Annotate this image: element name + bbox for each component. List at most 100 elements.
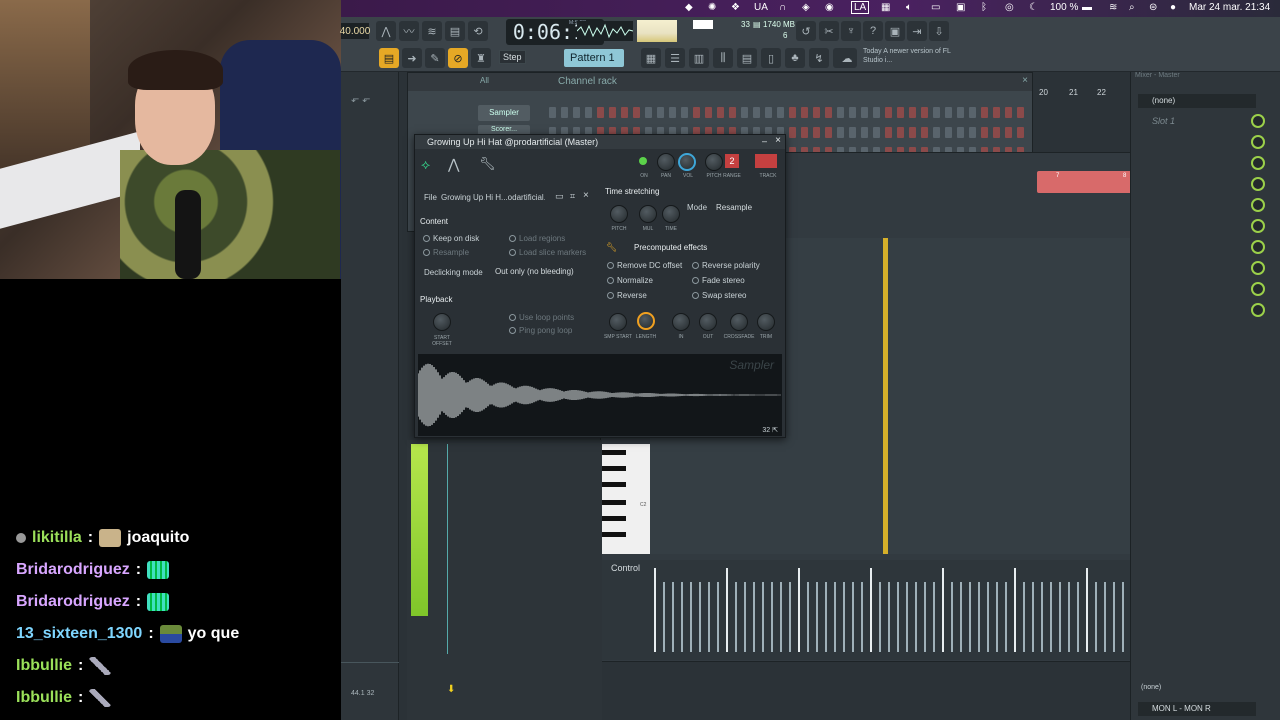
- reverse-polarity-option[interactable]: Reverse polarity: [692, 261, 760, 270]
- fx-slot-knob[interactable]: [1251, 303, 1265, 317]
- envelope-tab-icon[interactable]: ⋀: [448, 156, 459, 173]
- save-icon[interactable]: ▣: [885, 21, 905, 41]
- pattern-select[interactable]: Pattern 1: [564, 49, 624, 67]
- fx-slot-knob[interactable]: [1251, 114, 1265, 128]
- velocity-bar[interactable]: [816, 582, 818, 652]
- sample-tab-icon[interactable]: ⟡: [421, 156, 430, 173]
- step-button[interactable]: [873, 127, 880, 138]
- step-button[interactable]: [753, 107, 760, 118]
- velocity-bar[interactable]: [735, 582, 737, 652]
- velocity-bar[interactable]: [969, 582, 971, 652]
- step-button[interactable]: [609, 107, 616, 118]
- step-button[interactable]: [729, 107, 736, 118]
- velocity-bar[interactable]: [978, 582, 980, 652]
- step-button[interactable]: [741, 107, 748, 118]
- monitor-icon[interactable]: ▣: [956, 2, 965, 13]
- step-button[interactable]: [921, 107, 928, 118]
- lang-indicator[interactable]: UA: [754, 2, 768, 13]
- velocity-bar[interactable]: [852, 582, 854, 652]
- close-icon[interactable]: ×: [1022, 75, 1028, 86]
- velocity-bar[interactable]: [933, 582, 935, 652]
- velocity-bar[interactable]: [951, 582, 953, 652]
- step-button[interactable]: [705, 107, 712, 118]
- render-icon[interactable]: ⇥: [907, 21, 927, 41]
- velocity-bar[interactable]: [762, 582, 764, 652]
- input-select[interactable]: (none): [1138, 94, 1256, 108]
- settings-tab-icon[interactable]: 🔧︎: [479, 156, 496, 172]
- step-button[interactable]: [717, 107, 724, 118]
- velocity-bar[interactable]: [825, 582, 827, 652]
- step-button[interactable]: [897, 107, 904, 118]
- step-button[interactable]: [849, 127, 856, 138]
- step-button[interactable]: [885, 107, 892, 118]
- link-icon[interactable]: ⊘: [448, 48, 468, 68]
- velocity-bar[interactable]: [888, 582, 890, 652]
- stamp-icon[interactable]: ♜: [471, 48, 491, 68]
- step-button[interactable]: [861, 127, 868, 138]
- step-button[interactable]: [813, 127, 820, 138]
- dropbox-icon[interactable]: ◆: [685, 2, 693, 13]
- step-button[interactable]: [837, 107, 844, 118]
- step-button[interactable]: [933, 127, 940, 138]
- velocity-bar[interactable]: [906, 582, 908, 652]
- plugin-icon[interactable]: ⌗: [570, 191, 575, 202]
- velocity-bar[interactable]: [663, 582, 665, 652]
- vol-knob[interactable]: [678, 153, 696, 171]
- step-button[interactable]: [825, 107, 832, 118]
- step-button[interactable]: [849, 107, 856, 118]
- step-button[interactable]: [657, 107, 664, 118]
- search-icon[interactable]: ⌕: [1129, 2, 1135, 13]
- velocity-bar[interactable]: [744, 582, 746, 652]
- remove-dc-option[interactable]: Remove DC offset: [607, 261, 682, 270]
- pencil-icon[interactable]: ✎: [425, 48, 445, 68]
- cut-icon[interactable]: ✂: [819, 21, 839, 41]
- step-button[interactable]: [777, 107, 784, 118]
- fade-stereo-option[interactable]: Fade stereo: [692, 276, 745, 285]
- velocity-bar[interactable]: [726, 568, 728, 652]
- step-button[interactable]: [981, 127, 988, 138]
- step-button[interactable]: [861, 107, 868, 118]
- mode-select[interactable]: Resample: [712, 201, 776, 214]
- keep-on-disk-option[interactable]: Keep on disk: [423, 234, 479, 243]
- step-button[interactable]: [549, 107, 556, 118]
- arrow-down-icon[interactable]: ⬇: [447, 684, 455, 695]
- step-button[interactable]: [993, 127, 1000, 138]
- step-button[interactable]: [789, 107, 796, 118]
- velocity-bar[interactable]: [1032, 582, 1034, 652]
- ts-mul-knob[interactable]: [639, 205, 657, 223]
- playhead[interactable]: [883, 238, 888, 554]
- step-button[interactable]: [909, 107, 916, 118]
- declicking-select[interactable]: Out only (no bleeding): [491, 265, 587, 278]
- piano-roll-icon[interactable]: ▥: [689, 48, 709, 68]
- close-icon[interactable]: ×: [583, 190, 589, 201]
- velocity-bar[interactable]: [870, 568, 872, 652]
- waveform-display[interactable]: Sampler 32 ⇱: [417, 354, 782, 436]
- metronome-icon[interactable]: ⋀: [376, 21, 396, 41]
- step-button[interactable]: [1005, 127, 1012, 138]
- step-button[interactable]: [561, 107, 568, 118]
- step-button[interactable]: [981, 107, 988, 118]
- volume-icon[interactable]: 🔈︎: [906, 2, 912, 13]
- velocity-bar[interactable]: [1050, 582, 1052, 652]
- output-none[interactable]: (none): [1141, 684, 1161, 691]
- fx-slot[interactable]: Slot 1: [1138, 116, 1175, 126]
- velocity-bar[interactable]: [690, 582, 692, 652]
- step-button[interactable]: [669, 107, 676, 118]
- fx-slot-knob[interactable]: [1251, 282, 1265, 296]
- velocity-bar[interactable]: [924, 582, 926, 652]
- display-icon[interactable]: ▭: [931, 2, 940, 13]
- control-center-icon[interactable]: ⊜: [1149, 2, 1157, 13]
- velocity-bar[interactable]: [753, 582, 755, 652]
- velocity-bar[interactable]: [834, 582, 836, 652]
- fx-slot-knob[interactable]: [1251, 177, 1265, 191]
- step-button[interactable]: [909, 127, 916, 138]
- normalize-option[interactable]: Normalize: [607, 276, 653, 285]
- fx-slot-knob[interactable]: [1251, 135, 1265, 149]
- step-button[interactable]: [789, 127, 796, 138]
- velocity-bar[interactable]: [861, 582, 863, 652]
- velocity-bar[interactable]: [717, 582, 719, 652]
- velocity-bar[interactable]: [1086, 568, 1088, 652]
- step-button[interactable]: [621, 107, 628, 118]
- grid-icon[interactable]: ▦: [881, 2, 890, 13]
- velocity-bar[interactable]: [1095, 582, 1097, 652]
